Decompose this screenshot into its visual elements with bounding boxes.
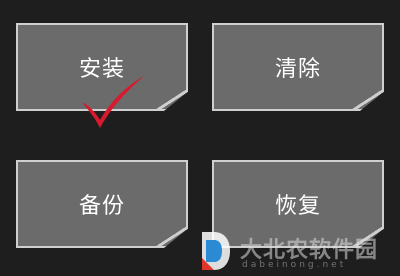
- backup-button[interactable]: 备份: [16, 160, 188, 248]
- clear-label: 清除: [274, 57, 321, 82]
- checkmark-icon: [82, 76, 144, 128]
- site-watermark: 大北农软件园 dabeinong.net: [200, 228, 400, 276]
- clear-button[interactable]: 清除: [212, 23, 384, 111]
- watermark-domain: dabeinong.net: [242, 260, 347, 270]
- watermark-logo-icon: [202, 232, 230, 270]
- backup-label: 备份: [78, 194, 125, 219]
- restore-label: 恢复: [274, 194, 321, 219]
